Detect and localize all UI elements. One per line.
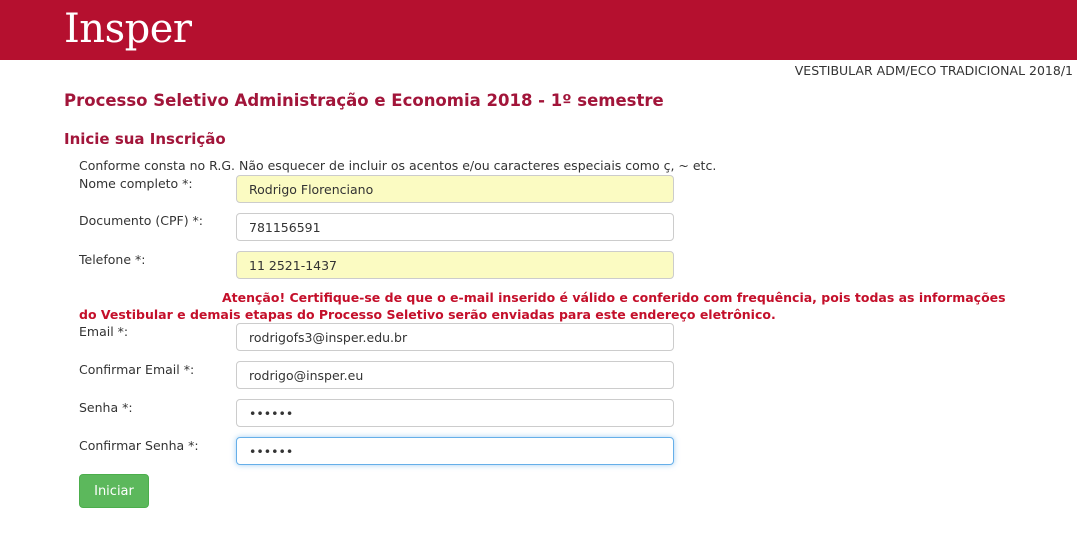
section-title: Inicie sua Inscrição: [64, 130, 226, 148]
email-warning: Atenção! Certifique-se de que o e-mail i…: [79, 289, 1006, 323]
password-input[interactable]: [236, 399, 674, 427]
phone-label: Telefone *:: [79, 252, 146, 267]
password-label: Senha *:: [79, 400, 133, 415]
name-input[interactable]: [236, 175, 674, 203]
email-warning-line-2: do Vestibular e demais etapas do Process…: [79, 307, 776, 322]
header-bar: Insper: [0, 0, 1077, 60]
phone-input[interactable]: [236, 251, 674, 279]
confirm-email-input[interactable]: [236, 361, 674, 389]
page-title: Processo Seletivo Administração e Econom…: [64, 91, 664, 110]
name-label: Nome completo *:: [79, 176, 193, 191]
confirm-password-label: Confirmar Senha *:: [79, 438, 199, 453]
email-warning-line-1: Atenção! Certifique-se de que o e-mail i…: [222, 290, 1006, 305]
email-input[interactable]: [236, 323, 674, 351]
email-label: Email *:: [79, 324, 129, 339]
cpf-input[interactable]: [236, 213, 674, 241]
name-hint: Conforme consta no R.G. Não esquecer de …: [79, 158, 717, 173]
insper-logo[interactable]: Insper: [64, 4, 192, 54]
submit-button[interactable]: Iniciar: [79, 474, 149, 508]
cpf-label: Documento (CPF) *:: [79, 213, 204, 228]
confirm-email-label: Confirmar Email *:: [79, 362, 195, 377]
exam-label: VESTIBULAR ADM/ECO TRADICIONAL 2018/1: [794, 63, 1073, 78]
confirm-password-input[interactable]: [236, 437, 674, 465]
